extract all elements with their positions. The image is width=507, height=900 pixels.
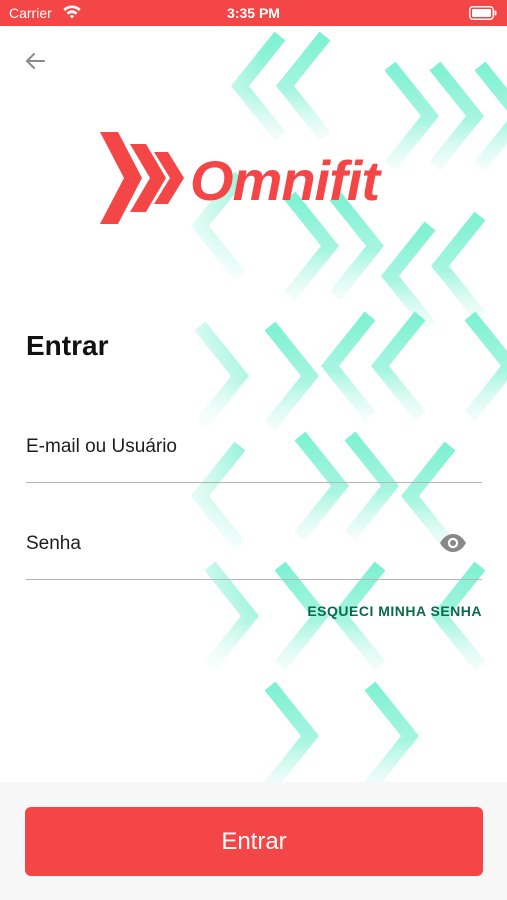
login-button[interactable]: Entrar	[25, 807, 483, 876]
arrow-left-icon	[26, 53, 45, 69]
status-time: 3:35 PM	[227, 5, 280, 21]
status-bar: Carrier 3:35 PM	[0, 0, 507, 26]
battery-icon	[469, 6, 497, 20]
brand-wordmark: Omnifit	[190, 149, 380, 212]
forgot-password-link[interactable]: ESQUECI MINHA SENHA	[307, 603, 482, 619]
email-field[interactable]: E-mail ou Usuário	[26, 436, 482, 483]
page-title: Entrar	[26, 330, 109, 361]
back-button[interactable]	[20, 46, 50, 76]
password-field[interactable]: Senha	[26, 533, 482, 580]
email-placeholder: E-mail ou Usuário	[26, 436, 177, 457]
password-placeholder: Senha	[26, 533, 81, 554]
eye-icon[interactable]	[438, 531, 468, 555]
